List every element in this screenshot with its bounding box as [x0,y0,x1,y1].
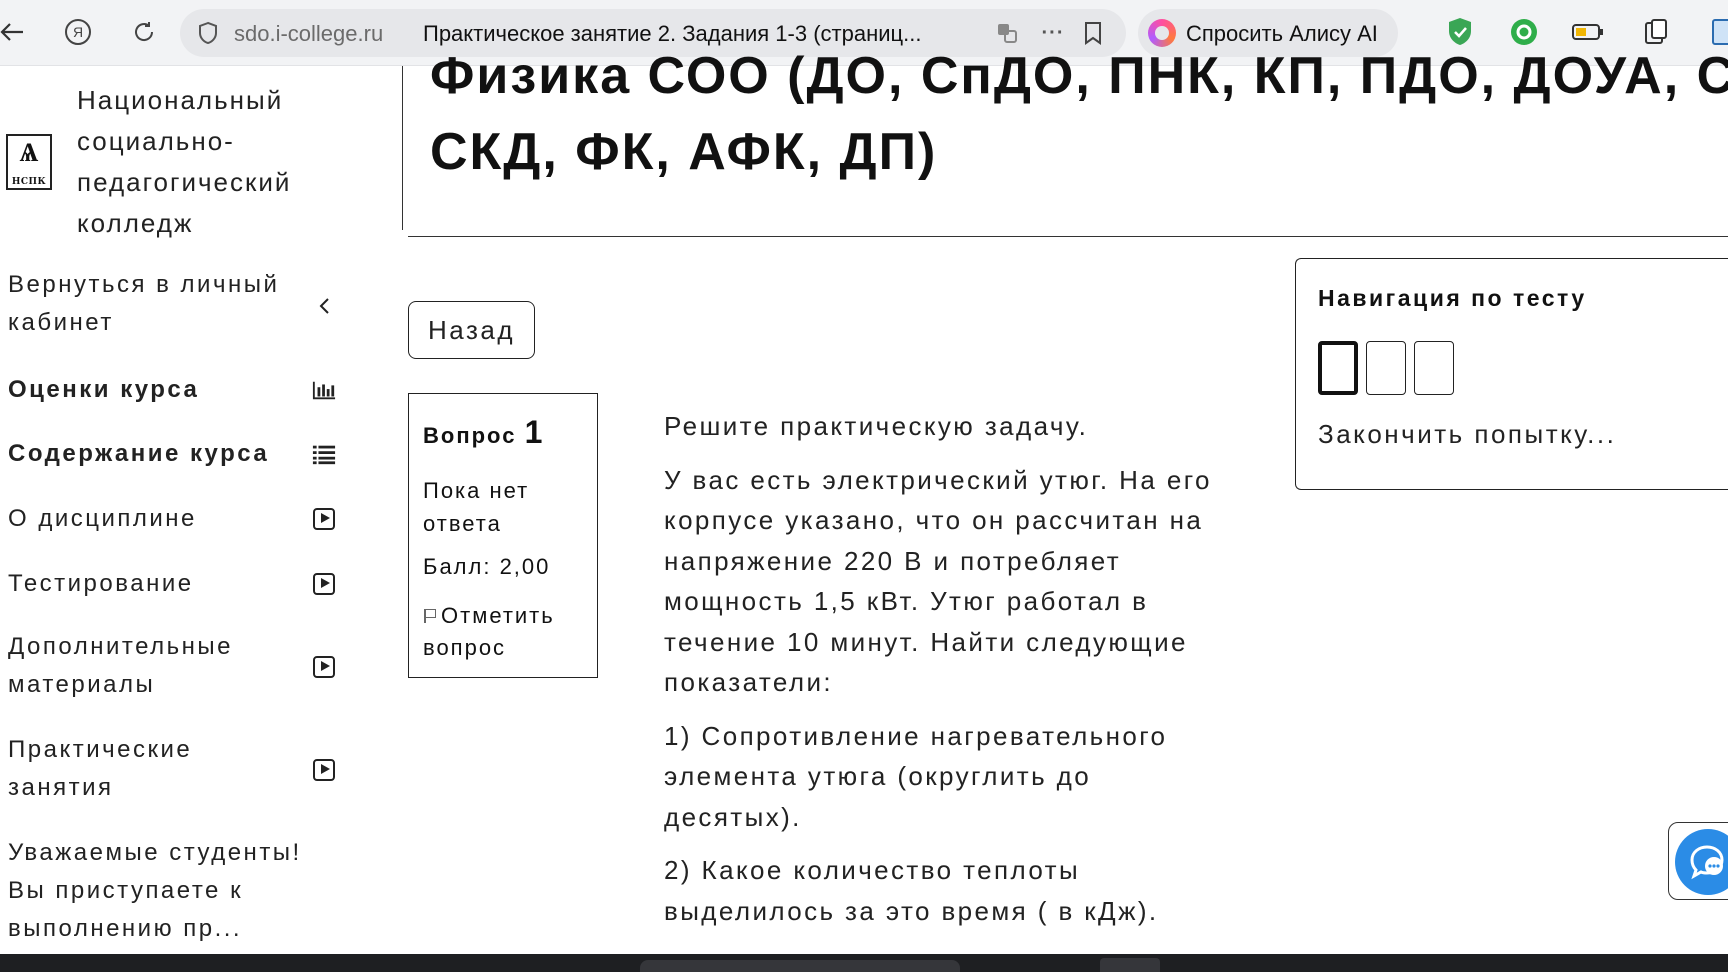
yandex-icon[interactable]: Я [60,14,96,50]
quiz-navigation-block: Навигация по тесту Закончить попытку... [1295,258,1728,490]
question-paragraph: Решите практическую задачу. [664,411,1089,441]
taskbar [0,954,1728,972]
sidebar-item-extra-materials[interactable]: Дополнительные материалы [8,628,288,704]
course-title: Физика СОО (ДО, СпДО, ПНК, КП, ПДО, ДОУА… [430,47,1728,181]
chat-bubble-icon[interactable] [1675,829,1728,895]
reload-icon[interactable] [126,14,162,50]
finish-attempt-link[interactable]: Закончить попытку... [1318,419,1616,450]
back-arrow-icon[interactable] [0,14,30,50]
play-icon [312,507,336,531]
question-paragraph: 1) Сопротивление нагревательного элемент… [664,720,1168,832]
sidebar-item-testing[interactable]: Тестирование [8,565,338,603]
play-icon [312,572,336,596]
heading-divider-vertical [402,66,403,230]
college-name[interactable]: Национальный социально-педагогический ко… [77,80,377,244]
sidebar-item-grades[interactable]: Оценки курса [8,371,338,409]
play-icon [312,655,336,679]
shield-icon[interactable] [194,19,222,47]
sidebar-item-practical-lessons[interactable]: Практические занятия [8,731,288,807]
taskbar-item[interactable] [640,960,960,972]
svg-text:Я: Я [73,24,83,40]
chevron-left-icon[interactable] [312,294,336,318]
quiz-navigation-buttons [1318,341,1454,395]
chat-widget[interactable] [1668,822,1728,900]
taskbar-item[interactable] [1100,958,1160,972]
question-state: Пока нет ответа [423,478,530,536]
heading-divider [408,236,1728,237]
question-number: Вопрос 1 [423,414,545,450]
sidebar-item-announcement[interactable]: Уважаемые студенты! Вы приступаете к вып… [8,834,338,948]
question-grade: Балл: 2,00 [423,554,551,579]
back-button[interactable]: Назад [408,301,535,359]
question-text: Решите практическую задачу. У вас есть э… [664,406,1224,944]
quiz-nav-question-1[interactable] [1318,341,1358,395]
play-icon [312,758,336,782]
college-logo[interactable]: Ѧ НСПК [6,134,52,190]
sidebar-item-back-to-cabinet[interactable]: Вернуться в личный кабинет [8,266,288,342]
sidebar-item-about-discipline[interactable]: О дисциплине [8,500,338,538]
list-icon [312,442,336,466]
question-paragraph: У вас есть электрический утюг. На его ко… [664,464,1212,698]
url-domain: sdo.i-college.ru [234,21,384,46]
sidebar-item-course-content[interactable]: Содержание курса [8,435,338,473]
flag-question-link[interactable]: Отметить вопрос [423,600,598,664]
flag-icon[interactable] [423,607,437,623]
quiz-nav-question-2[interactable] [1366,341,1406,395]
quiz-nav-question-3[interactable] [1414,341,1454,395]
course-sidebar: Ѧ НСПК Национальный социально-педагогиче… [0,66,400,956]
bar-chart-icon [312,378,336,402]
question-info-box: Вопрос 1 Пока нет ответа Балл: 2,00 Отме… [408,393,598,678]
quiz-navigation-title: Навигация по тесту [1318,285,1587,311]
question-paragraph: 2) Какое количество теплоты выделилось з… [664,855,1159,926]
